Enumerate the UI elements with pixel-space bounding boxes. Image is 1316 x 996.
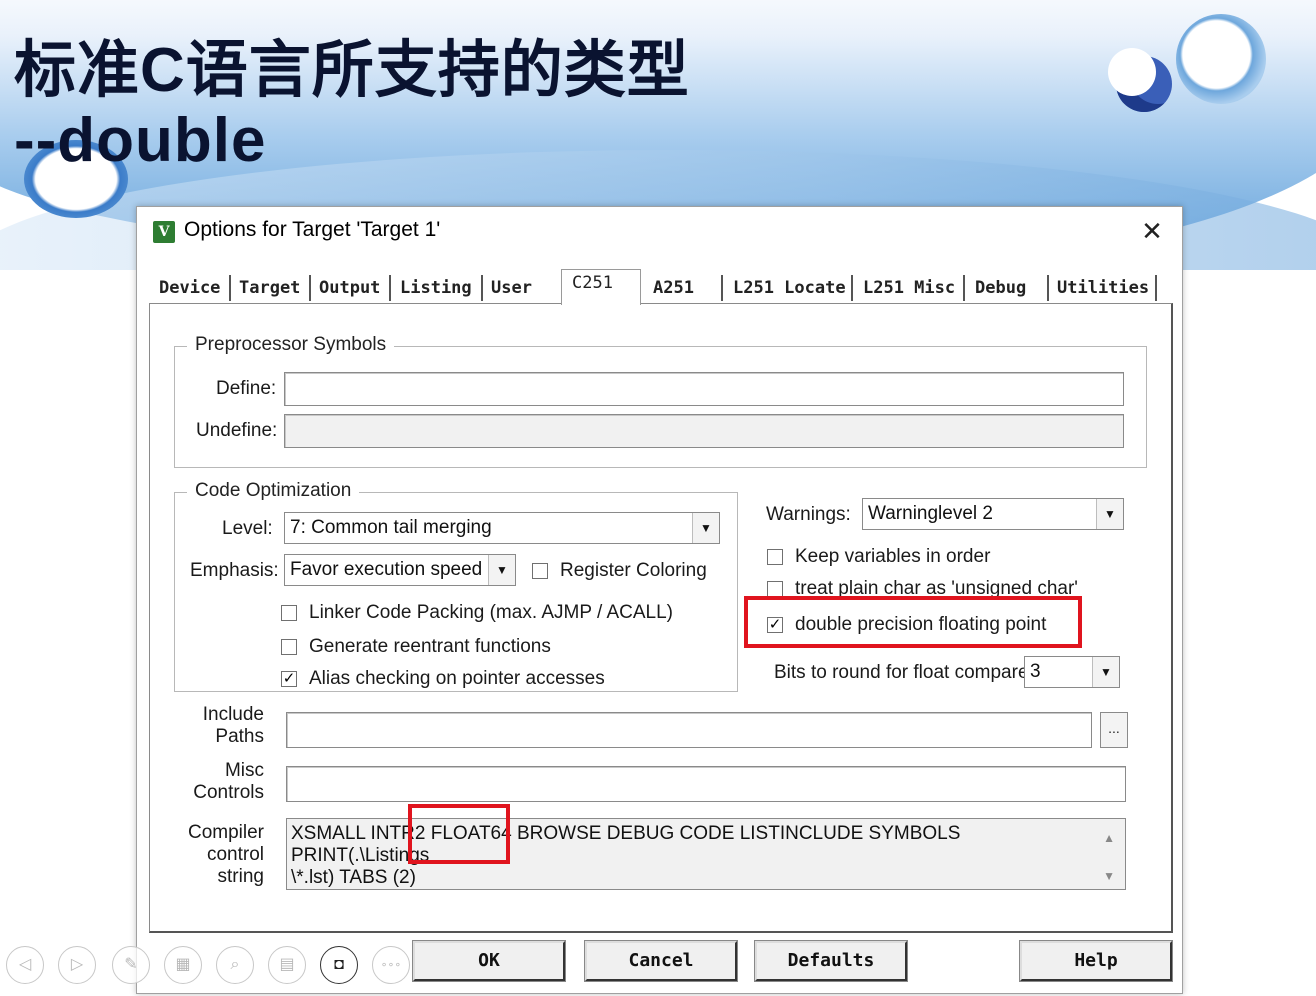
- undefine-input[interactable]: [284, 414, 1124, 448]
- close-button[interactable]: ✕: [1136, 215, 1168, 247]
- checkbox-box[interactable]: [767, 549, 783, 565]
- include-paths-label: Include Paths: [202, 704, 264, 747]
- misc-controls-label: Misc Controls: [193, 760, 264, 803]
- tab-user[interactable]: User: [485, 275, 555, 301]
- checkbox-box[interactable]: [532, 563, 548, 579]
- slide-title: 标准C语言所支持的类型 --double: [14, 36, 690, 176]
- define-label: Define:: [216, 378, 277, 399]
- options-dialog: V Options for Target 'Target 1' ✕ Device…: [136, 206, 1183, 994]
- deco-circle-top-right: [1176, 14, 1266, 104]
- dialog-title: Options for Target 'Target 1': [184, 218, 441, 241]
- tab-a251[interactable]: A251: [647, 275, 723, 301]
- deco-circle-moon-cut: [1108, 48, 1156, 96]
- emphasis-label: Emphasis:: [190, 560, 279, 581]
- keep-variables-checkbox[interactable]: Keep variables in order: [767, 546, 990, 568]
- level-select[interactable]: 7: Common tail merging ▼: [284, 512, 720, 544]
- double-precision-checkbox[interactable]: ✓ double precision floating point: [767, 614, 1046, 636]
- chevron-down-icon[interactable]: ▼: [488, 555, 515, 585]
- checkbox-box[interactable]: [767, 581, 783, 597]
- level-label: Level:: [222, 518, 273, 539]
- scroll-up-icon[interactable]: ▲: [1103, 827, 1115, 849]
- emphasis-value: Favor execution speed: [290, 559, 483, 580]
- tab-utilities[interactable]: Utilities: [1051, 275, 1157, 301]
- more-options-icon[interactable]: ∘∘∘: [372, 946, 410, 984]
- include-paths-browse-button[interactable]: ...: [1100, 712, 1128, 748]
- warnings-label: Warnings:: [766, 504, 851, 525]
- tab-listing[interactable]: Listing: [394, 275, 483, 301]
- tab-device[interactable]: Device: [153, 275, 231, 301]
- preprocessor-group: Preprocessor Symbols: [174, 334, 1147, 468]
- tab-target[interactable]: Target: [233, 275, 311, 301]
- next-slide-icon[interactable]: ▷: [58, 946, 96, 984]
- code-optimization-group-title: Code Optimization: [187, 480, 360, 502]
- tab-c251[interactable]: C251: [561, 269, 641, 305]
- bits-round-label: Bits to round for float compare:: [774, 662, 1034, 683]
- undefine-label: Undefine:: [196, 420, 278, 441]
- slide-title-line2: --double: [14, 106, 267, 175]
- warnings-select[interactable]: Warninglevel 2 ▼: [862, 498, 1124, 530]
- ok-button[interactable]: OK: [412, 940, 566, 982]
- compiler-control-label: Compiler control string: [187, 822, 264, 887]
- chevron-down-icon[interactable]: ▼: [1096, 499, 1123, 529]
- tab-l251-locate[interactable]: L251 Locate: [727, 275, 853, 301]
- highlight-box-float64: [408, 804, 510, 864]
- checkbox-box[interactable]: [281, 605, 297, 621]
- subtitles-icon[interactable]: ▤: [268, 946, 306, 984]
- emphasis-select[interactable]: Favor execution speed ▼: [284, 554, 516, 586]
- zoom-icon[interactable]: ⌕: [216, 946, 254, 984]
- bits-round-value: 3: [1030, 661, 1041, 682]
- help-button[interactable]: Help: [1019, 940, 1173, 982]
- tab-l251-misc[interactable]: L251 Misc: [857, 275, 965, 301]
- compiler-control-line2: \*.lst) TABS (2): [291, 867, 416, 888]
- cancel-button[interactable]: Cancel: [584, 940, 738, 982]
- include-paths-input[interactable]: [286, 712, 1092, 748]
- tab-output[interactable]: Output: [313, 275, 391, 301]
- previous-slide-icon[interactable]: ◁: [6, 946, 44, 984]
- all-slides-icon[interactable]: ▦: [164, 946, 202, 984]
- keil-app-icon: V: [153, 221, 175, 243]
- chevron-down-icon[interactable]: ▼: [1092, 657, 1119, 687]
- pen-icon[interactable]: ✎: [112, 946, 150, 984]
- define-input[interactable]: [284, 372, 1124, 406]
- alias-checking-checkbox[interactable]: ✓ Alias checking on pointer accesses: [281, 668, 605, 690]
- misc-controls-input[interactable]: [286, 766, 1126, 802]
- reentrant-functions-checkbox[interactable]: Generate reentrant functions: [281, 636, 551, 658]
- tab-debug[interactable]: Debug: [969, 275, 1049, 301]
- linker-code-packing-checkbox[interactable]: Linker Code Packing (max. AJMP / ACALL): [281, 602, 673, 624]
- checkmark-icon[interactable]: ✓: [281, 671, 297, 687]
- bits-round-select[interactable]: 3 ▼: [1024, 656, 1120, 688]
- camera-icon[interactable]: ◘: [320, 946, 358, 984]
- compiler-control-line1: XSMALL INTR2 FLOAT64 BROWSE DEBUG CODE L…: [291, 823, 961, 866]
- checkmark-icon[interactable]: ✓: [767, 617, 783, 633]
- scroll-down-icon[interactable]: ▼: [1103, 865, 1115, 887]
- preprocessor-group-title: Preprocessor Symbols: [187, 334, 395, 356]
- register-coloring-checkbox[interactable]: Register Coloring: [532, 560, 707, 582]
- checkbox-box[interactable]: [281, 639, 297, 655]
- defaults-button[interactable]: Defaults: [754, 940, 908, 982]
- dialog-titlebar: V Options for Target 'Target 1' ✕: [137, 207, 1182, 257]
- chevron-down-icon[interactable]: ▼: [692, 513, 719, 543]
- c251-tab-panel: Preprocessor Symbols Define: Undefine: C…: [149, 303, 1173, 933]
- slide-title-line1: 标准C语言所支持的类型: [14, 36, 690, 105]
- level-value: 7: Common tail merging: [290, 517, 492, 538]
- warnings-value: Warninglevel 2: [868, 503, 993, 524]
